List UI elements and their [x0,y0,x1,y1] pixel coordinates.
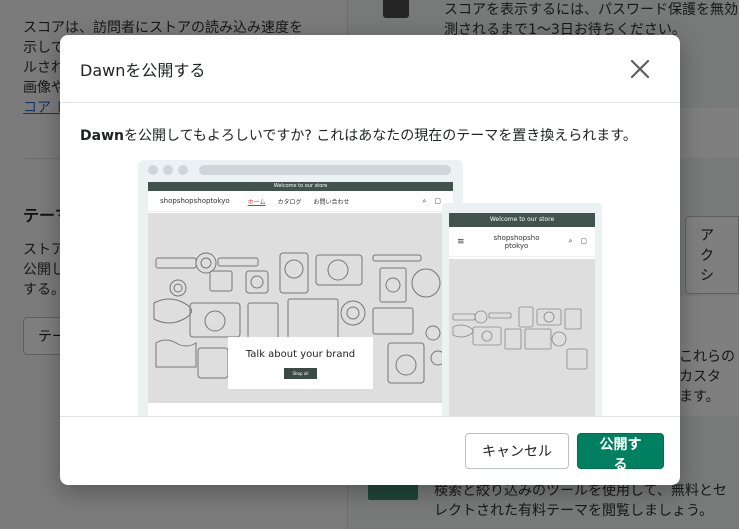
modal-title: Dawnを公開する [80,60,206,80]
hero-heading: Talk about your brand [245,349,356,360]
confirm-message-text: を公開してもよろしいですか? これはあなたの現在のテーマを置き換えられます。 [123,128,637,144]
mobile-preview: Welcome to our store ≡ shopshopsho ptokyo… [442,203,602,416]
mobile-announcement-bar: Welcome to our store [449,213,595,227]
desktop-header: shopshopshoptokyo ホーム カタログ お問い合わせ ⌕ ▢ [148,191,453,212]
cart-icon: ▢ [434,196,441,205]
cancel-button[interactable]: キャンセル [465,433,569,469]
close-button[interactable] [628,57,652,81]
browser-dot [178,165,188,175]
theme-name: Dawn [80,128,124,144]
modal-body: Dawnを公開してもよろしいですか? これはあなたの現在のテーマを置き換えられま… [60,104,680,416]
browser-url-bar [199,165,451,175]
hero-text-box: Talk about your brand Shop all [228,337,373,389]
header-icons: ⌕ ▢ [422,197,441,206]
hero-banner: Talk about your brand Shop all [148,213,453,403]
mobile-header: ≡ shopshopsho ptokyo ⌕ ▢ [449,227,595,257]
browser-dot [163,165,173,175]
close-icon [630,59,650,78]
browser-chrome [138,160,463,180]
nav-catalog: カタログ [277,198,302,206]
nav-home: ホーム [247,198,266,206]
mobile-hero [449,259,595,416]
announcement-bar: Welcome to our store [148,182,453,191]
nav-contact: お問い合わせ [313,198,350,206]
confirm-message: Dawnを公開してもよろしいですか? これはあなたの現在のテーマを置き換えられま… [80,126,660,146]
theme-preview: Welcome to our store shopshopshoptokyo ホ… [60,160,680,416]
mobile-store-logo-line2: ptokyo [504,241,529,250]
desktop-preview: Welcome to our store shopshopshoptokyo ホ… [138,160,463,416]
publish-button[interactable]: 公開する [577,433,664,473]
search-icon: ⌕ [422,196,427,205]
mobile-hero-illustration [452,306,588,370]
desktop-screen: Welcome to our store shopshopshoptokyo ホ… [148,182,453,416]
store-logo: shopshopshoptokyo [160,197,230,205]
mobile-store-logo: shopshopsho ptokyo [465,234,569,250]
mobile-screen: Welcome to our store ≡ shopshopsho ptokyo… [449,213,595,416]
modal-footer: キャンセル 公開する [60,416,680,485]
search-icon: ⌕ [568,237,573,245]
cart-icon: ▢ [580,237,587,245]
mobile-header-icons: ⌕ ▢ [568,237,587,246]
mobile-store-logo-line1: shopshopsho [493,233,540,242]
hamburger-icon: ≡ [457,236,465,247]
publish-theme-modal: Dawnを公開する Dawnを公開してもよろしいですか? これはあなたの現在のテ… [60,35,680,485]
shop-all-button: Shop all [284,368,317,379]
browser-dot [148,165,158,175]
modal-header: Dawnを公開する [60,35,680,103]
